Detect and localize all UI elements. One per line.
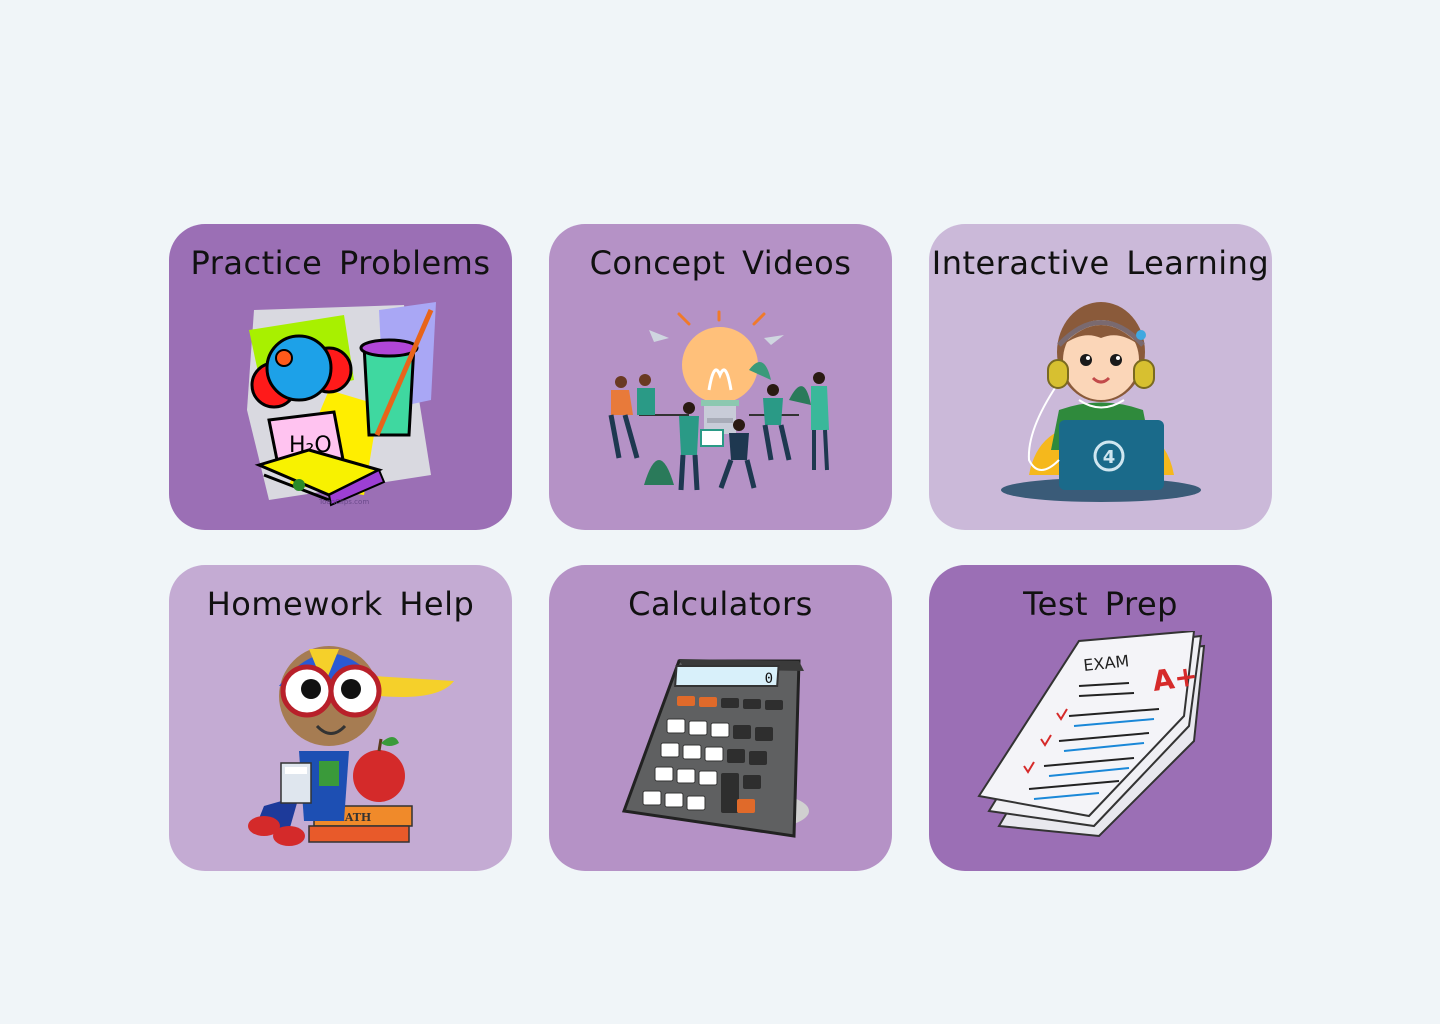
- card-homework-help[interactable]: Homework Help MATH: [169, 565, 512, 871]
- image-credit: ToonClips.com: [318, 498, 369, 506]
- girl-laptop-icon: 4: [929, 290, 1272, 520]
- laptop-logo: 4: [1103, 447, 1116, 468]
- card-title: Calculators: [628, 585, 813, 623]
- calculator-display: 0: [765, 671, 773, 687]
- card-concept-videos[interactable]: Concept Videos: [549, 224, 892, 530]
- grade-mark: A+: [1150, 659, 1199, 698]
- card-test-prep[interactable]: Test Prep EXAM A+: [929, 565, 1272, 871]
- card-title: Homework Help: [206, 585, 475, 623]
- resource-grid: Practice Problems H₂O ToonClips.com Conc…: [169, 224, 1272, 871]
- card-title: Practice Problems: [190, 244, 491, 282]
- student-math-icon: MATH: [169, 631, 512, 861]
- card-practice-problems[interactable]: Practice Problems H₂O ToonClips.com: [169, 224, 512, 530]
- card-title: Interactive Learning: [931, 244, 1270, 282]
- exam-paper-icon: EXAM A+: [929, 631, 1272, 861]
- card-title: Test Prep: [1023, 585, 1178, 623]
- calculator-icon: 0: [549, 631, 892, 861]
- card-calculators[interactable]: Calculators 0: [549, 565, 892, 871]
- lightbulb-team-icon: [549, 290, 892, 520]
- card-title: Concept Videos: [589, 244, 852, 282]
- chemistry-clipart-icon: H₂O ToonClips.com: [169, 290, 512, 520]
- card-interactive-learning[interactable]: Interactive Learning 4: [929, 224, 1272, 530]
